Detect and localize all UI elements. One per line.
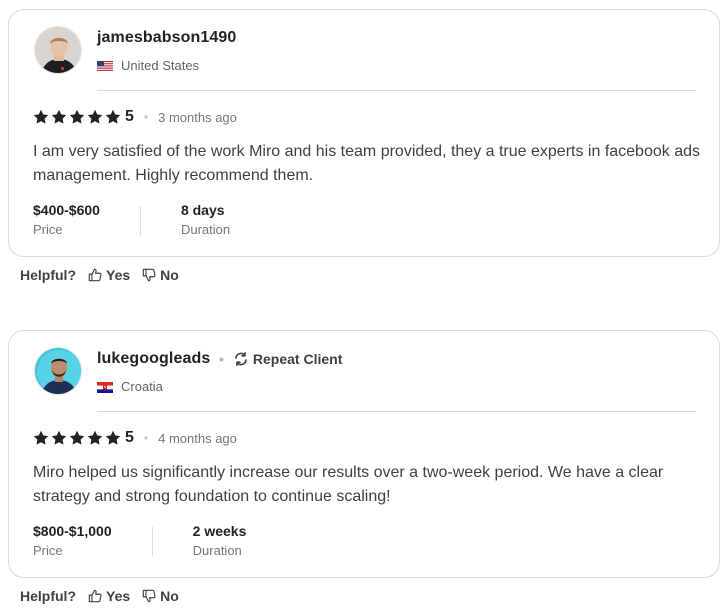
helpful-yes-button[interactable]: Yes bbox=[88, 267, 130, 283]
reviewer-country: Croatia bbox=[97, 379, 163, 394]
separator-dot: • bbox=[143, 431, 149, 445]
repeat-client-label: Repeat Client bbox=[252, 351, 343, 367]
repeat-client-badge: • Repeat Client bbox=[219, 351, 342, 367]
helpful-label: Helpful? bbox=[20, 267, 76, 283]
divider bbox=[97, 90, 696, 91]
helpful-label: Helpful? bbox=[20, 588, 76, 604]
rating-value: 5 bbox=[125, 429, 134, 446]
helpful-row: Helpful? Yes No bbox=[20, 267, 179, 283]
star-icon bbox=[33, 430, 49, 446]
meta-divider bbox=[151, 527, 153, 556]
price-block: $400-$600 Price bbox=[33, 202, 100, 237]
star-icon bbox=[51, 109, 67, 125]
us-flag-icon bbox=[97, 60, 113, 72]
duration-block: 8 days Duration bbox=[181, 202, 230, 237]
country-name: United States bbox=[121, 58, 200, 73]
review-meta: $400-$600 Price 8 days Duration bbox=[33, 202, 230, 237]
croatia-flag-icon bbox=[97, 381, 113, 393]
review-time: 4 months ago bbox=[158, 430, 237, 446]
separator-dot: • bbox=[143, 110, 149, 124]
divider bbox=[97, 411, 696, 412]
price-label: Price bbox=[33, 222, 63, 237]
star-rating bbox=[33, 109, 121, 125]
rating-row: 5 • 3 months ago bbox=[33, 108, 237, 126]
star-icon bbox=[69, 109, 85, 125]
review-card: jamesbabson1490 United States 5 • 3 mont… bbox=[8, 9, 720, 257]
reviewer-country: United States bbox=[97, 58, 199, 73]
repeat-icon bbox=[233, 351, 249, 367]
review-card: lukegoogleads • Repeat Client Croatia 5 … bbox=[8, 330, 720, 578]
rating-value: 5 bbox=[125, 108, 134, 125]
helpful-no-button[interactable]: No bbox=[142, 588, 179, 604]
thumbs-up-icon bbox=[88, 268, 102, 282]
helpful-row: Helpful? Yes No bbox=[20, 588, 179, 604]
star-icon bbox=[69, 430, 85, 446]
thumbs-down-icon bbox=[142, 589, 156, 603]
review-text: Miro helped us significantly increase ou… bbox=[33, 464, 664, 505]
duration-label: Duration bbox=[180, 222, 231, 237]
review-meta: $800-$1,000 Price 2 weeks Duration bbox=[33, 523, 246, 558]
price-block: $800-$1,000 Price bbox=[33, 523, 112, 558]
price-label: Price bbox=[33, 543, 63, 558]
avatar[interactable] bbox=[34, 347, 82, 395]
helpful-no-label: No bbox=[160, 588, 179, 604]
star-icon bbox=[33, 109, 49, 125]
separator-dot: • bbox=[219, 351, 224, 367]
duration-value: 2 weeks bbox=[192, 523, 247, 539]
thumbs-up-icon bbox=[88, 589, 102, 603]
rating-row: 5 • 4 months ago bbox=[33, 429, 237, 447]
price-value: $800-$1,000 bbox=[33, 523, 112, 539]
star-icon bbox=[51, 430, 67, 446]
helpful-no-label: No bbox=[160, 267, 179, 283]
helpful-yes-button[interactable]: Yes bbox=[88, 588, 130, 604]
price-value: $400-$600 bbox=[33, 202, 100, 218]
review-text: I am very satisfied of the work Miro and… bbox=[33, 143, 700, 184]
thumbs-down-icon bbox=[142, 268, 156, 282]
country-name: Croatia bbox=[121, 379, 163, 394]
star-rating bbox=[33, 430, 121, 446]
reviewer-username[interactable]: lukegoogleads bbox=[97, 350, 210, 368]
reviewer-username[interactable]: jamesbabson1490 bbox=[97, 29, 236, 47]
helpful-yes-label: Yes bbox=[106, 588, 131, 604]
star-icon bbox=[105, 109, 121, 125]
meta-divider bbox=[139, 206, 141, 235]
star-icon bbox=[87, 430, 103, 446]
helpful-yes-label: Yes bbox=[106, 267, 131, 283]
star-icon bbox=[105, 430, 121, 446]
star-icon bbox=[87, 109, 103, 125]
duration-block: 2 weeks Duration bbox=[193, 523, 247, 558]
duration-value: 8 days bbox=[180, 202, 225, 218]
review-time: 3 months ago bbox=[158, 109, 237, 125]
duration-label: Duration bbox=[192, 543, 242, 558]
helpful-no-button[interactable]: No bbox=[142, 267, 179, 283]
avatar[interactable] bbox=[34, 26, 82, 74]
